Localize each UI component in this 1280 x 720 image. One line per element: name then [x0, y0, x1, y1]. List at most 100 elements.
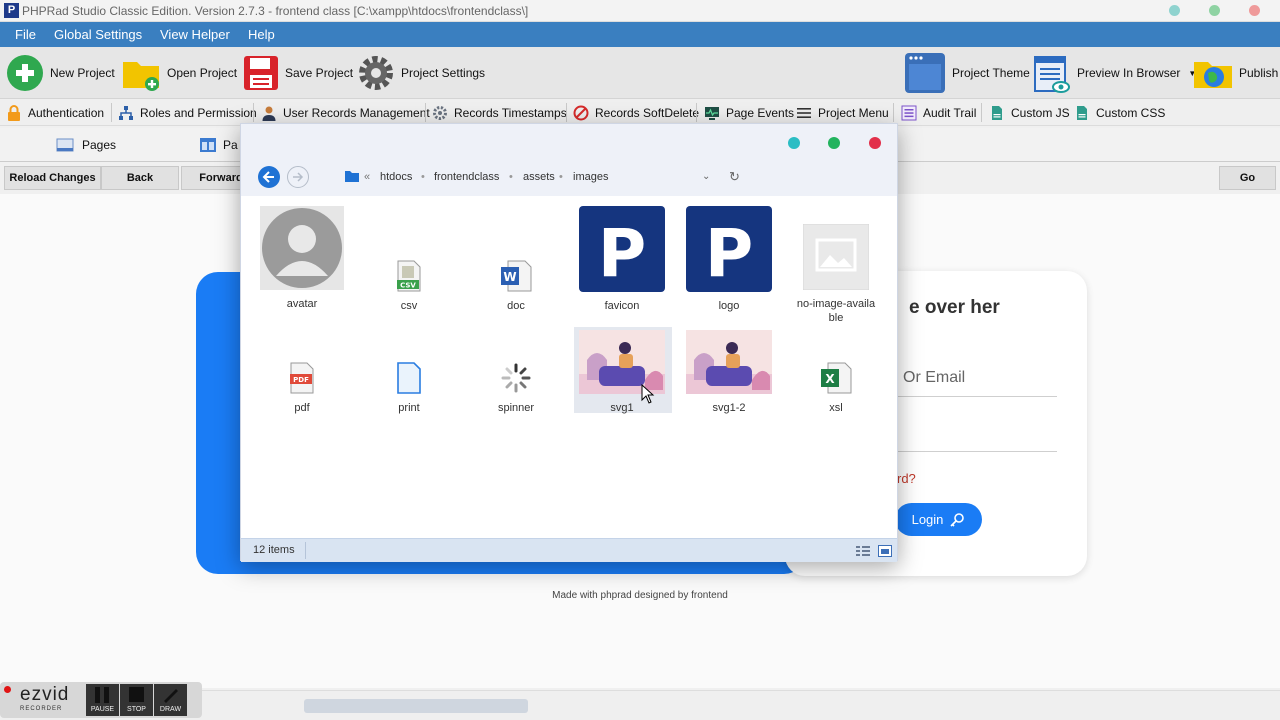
- cog-clock-icon: [433, 105, 447, 120]
- gear-icon: [359, 56, 393, 90]
- window-title: PHPRad Studio Classic Edition. Version 2…: [22, 4, 529, 18]
- divider: [893, 103, 894, 122]
- forgot-password-link[interactable]: rd?: [897, 471, 916, 486]
- email-input-placeholder[interactable]: Or Email: [903, 369, 965, 387]
- refresh-icon[interactable]: ↻: [729, 169, 740, 185]
- folder-open-icon: [123, 62, 159, 91]
- tab-pages[interactable]: Pages: [56, 128, 116, 162]
- close-button[interactable]: [1249, 5, 1260, 16]
- file-item-avatar[interactable]: avatar: [256, 206, 348, 311]
- password-input-underline: [897, 451, 1057, 452]
- menu-file[interactable]: File: [15, 27, 36, 42]
- dialog-close-button[interactable]: [869, 137, 881, 149]
- details-view-icon[interactable]: [856, 545, 870, 557]
- maximize-button[interactable]: [1209, 5, 1220, 16]
- audit-trail-button[interactable]: Audit Trail: [901, 99, 976, 126]
- custom-js-button[interactable]: Custom JS: [989, 99, 1070, 126]
- ezvid-recorder-overlay: ezvid RECORDER PAUSE STOP DRAW: [0, 682, 202, 718]
- user-records-button[interactable]: User Records Management: [261, 99, 430, 126]
- stop-button[interactable]: STOP: [120, 684, 153, 716]
- publish-globe-folder-icon: [1194, 62, 1232, 88]
- brand-p-image-icon: P: [579, 206, 665, 292]
- file-item-doc[interactable]: W doc: [470, 260, 562, 313]
- draw-button[interactable]: DRAW: [154, 684, 187, 716]
- project-theme-button[interactable]: Project Theme: [904, 47, 1030, 99]
- file-item-csv[interactable]: CSV csv: [363, 260, 455, 313]
- file-item-xsl[interactable]: X xsl: [790, 362, 882, 415]
- file-item-print[interactable]: print: [363, 362, 455, 415]
- pages-icon: [56, 138, 74, 152]
- mouse-cursor-icon: [641, 384, 655, 404]
- file-item-pdf[interactable]: PDF pdf: [256, 362, 348, 415]
- custom-css-label: Custom CSS: [1096, 105, 1166, 120]
- plus-circle-icon: [7, 55, 43, 91]
- reload-changes-button[interactable]: Reload Changes: [4, 166, 101, 190]
- csv-tag: CSV: [400, 282, 416, 290]
- breadcrumb-htdocs[interactable]: htdocs: [380, 171, 412, 183]
- file-label: doc: [507, 300, 525, 312]
- file-item-no-image-available[interactable]: no-image-availa ble: [790, 223, 882, 325]
- word-document-icon: W: [501, 260, 532, 292]
- go-button[interactable]: Go: [1219, 166, 1276, 190]
- publish-label: Publish: [1239, 66, 1279, 80]
- js-file-icon: [992, 105, 1002, 120]
- menu-view-helper[interactable]: View Helper: [160, 27, 230, 42]
- dialog-maximize-button[interactable]: [828, 137, 840, 149]
- breadcrumb-separator: •: [509, 171, 513, 183]
- scrollbar-thumb[interactable]: [304, 699, 528, 713]
- forward-arrow-icon[interactable]: [286, 165, 310, 189]
- thumbnail-view-icon[interactable]: [878, 545, 892, 557]
- project-menu-button[interactable]: Project Menu: [796, 99, 889, 126]
- roles-permission-button[interactable]: Roles and Permission: [118, 99, 257, 126]
- back-button[interactable]: Back: [101, 166, 179, 190]
- spinner-icon: [501, 363, 531, 393]
- open-project-button[interactable]: Open Project: [121, 47, 237, 99]
- project-settings-label: Project Settings: [401, 66, 486, 80]
- authentication-button[interactable]: Authentication: [6, 99, 104, 126]
- menu-global-settings[interactable]: Global Settings: [54, 27, 142, 42]
- save-project-label: Save Project: [285, 66, 354, 80]
- breadcrumb-images[interactable]: images: [573, 171, 608, 183]
- hamburger-menu-icon: [797, 107, 811, 118]
- tab-pa[interactable]: Pa: [199, 128, 238, 162]
- history-dropdown-icon[interactable]: ⌄: [702, 171, 710, 182]
- save-project-button[interactable]: Save Project: [243, 47, 353, 99]
- feature-toolbar: Authentication Roles and Permission User…: [0, 99, 1280, 126]
- records-softdelete-button[interactable]: Records SoftDelete: [573, 99, 699, 126]
- breadcrumb-assets[interactable]: assets: [523, 171, 555, 183]
- publish-button[interactable]: Publish: [1193, 47, 1278, 99]
- file-item-favicon[interactable]: P favicon: [576, 206, 668, 313]
- file-browser-dialog: « htdocs • frontendclass • assets • imag…: [240, 123, 898, 562]
- divider: [253, 103, 254, 122]
- divider: [111, 103, 112, 122]
- tab-pages-label: Pages: [82, 138, 117, 152]
- new-project-button[interactable]: New Project: [6, 47, 115, 99]
- menu-help[interactable]: Help: [248, 27, 275, 42]
- email-input-underline: [897, 396, 1057, 397]
- records-softdelete-label: Records SoftDelete: [595, 105, 700, 120]
- csv-file-icon: CSV: [397, 260, 421, 292]
- pause-icon: [104, 687, 109, 703]
- minimize-button[interactable]: [1169, 5, 1180, 16]
- preview-in-browser-label: Preview In Browser: [1077, 66, 1181, 80]
- back-arrow-icon[interactable]: [257, 165, 281, 189]
- custom-css-button[interactable]: Custom CSS: [1074, 99, 1165, 126]
- project-settings-button[interactable]: Project Settings: [357, 47, 485, 99]
- file-item-svg1-2[interactable]: svg1-2: [683, 330, 775, 415]
- file-item-logo[interactable]: P logo: [683, 206, 775, 313]
- page-events-button[interactable]: Page Events: [704, 99, 794, 126]
- dialog-status-bar: 12 items: [241, 538, 897, 562]
- dialog-minimize-button[interactable]: [788, 137, 800, 149]
- blank-page-icon: [397, 362, 421, 394]
- file-item-spinner[interactable]: spinner: [470, 362, 562, 415]
- breadcrumb-frontendclass[interactable]: frontendclass: [434, 171, 499, 183]
- preview-in-browser-button[interactable]: Preview In Browser ▼: [1033, 47, 1196, 99]
- breadcrumb-overflow[interactable]: «: [364, 171, 370, 183]
- pause-label: PAUSE: [90, 706, 115, 713]
- file-label-line: no-image-availa: [796, 298, 876, 310]
- records-timestamps-button[interactable]: Records Timestamps: [432, 99, 567, 126]
- pause-button[interactable]: PAUSE: [86, 684, 119, 716]
- lock-icon: [8, 104, 20, 121]
- records-timestamps-label: Records Timestamps: [454, 105, 567, 120]
- login-button[interactable]: Login: [895, 503, 982, 536]
